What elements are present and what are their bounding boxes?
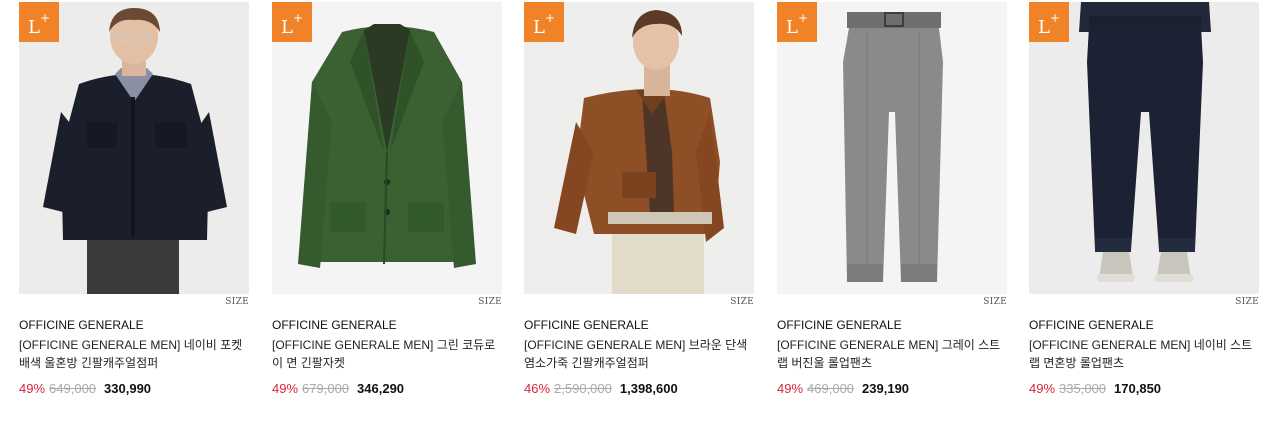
navy-wool-jacket-model-image: [19, 2, 249, 294]
product-brand[interactable]: OFFICINE GENERALE: [777, 318, 902, 332]
size-link[interactable]: SIZE: [478, 297, 502, 307]
product-grid: L+ SIZE OFFICINE GENERALE [OFFICINE GENE…: [0, 0, 1273, 425]
price-row: 49% 335,000 170,850: [1029, 381, 1161, 396]
discount-rate: 49%: [272, 381, 299, 396]
product-card[interactable]: L+ SIZE OFFICINE GENERALE [OFFICINE GENE…: [19, 2, 249, 396]
product-card[interactable]: L+ SIZE OFFICINE GENERALE [OFFICINE GENE…: [524, 2, 754, 396]
sale-price: 170,850: [1114, 381, 1162, 396]
product-card[interactable]: L+ SIZE OFFICINE GENERALE [OFFICINE GENE…: [272, 2, 502, 396]
brown-suede-jacket-model-image: [524, 2, 754, 294]
product-brand[interactable]: OFFICINE GENERALE: [524, 318, 649, 332]
price-row: 46% 2,590,000 1,398,600: [524, 381, 678, 396]
product-card[interactable]: L+ SIZE OFFICINE GENERALE [OFFICINE GENE…: [777, 2, 1007, 396]
sale-price: 239,190: [862, 381, 910, 396]
product-brand[interactable]: OFFICINE GENERALE: [1029, 318, 1154, 332]
product-brand[interactable]: OFFICINE GENERALE: [272, 318, 397, 332]
navy-cotton-trousers-model-image: [1029, 2, 1259, 294]
size-link[interactable]: SIZE: [1235, 297, 1259, 307]
original-price: 335,000: [1059, 381, 1107, 396]
original-price: 679,000: [302, 381, 350, 396]
product-name[interactable]: [OFFICINE GENERALE MEN] 네이비 스트랩 면혼방 롤업팬츠: [1029, 336, 1261, 372]
sale-price: 346,290: [357, 381, 405, 396]
lotte-plus-badge: L+: [272, 2, 312, 42]
discount-rate: 49%: [1029, 381, 1056, 396]
product-image[interactable]: L+: [777, 2, 1007, 294]
lotte-plus-badge: L+: [19, 2, 59, 42]
size-link[interactable]: SIZE: [730, 297, 754, 307]
product-image[interactable]: L+: [1029, 2, 1259, 294]
green-corduroy-blazer-image: [272, 2, 502, 294]
product-name[interactable]: [OFFICINE GENERALE MEN] 그린 코듀로이 면 긴팔자켓: [272, 336, 504, 372]
gray-wool-trousers-image: [777, 2, 1007, 294]
discount-rate: 49%: [19, 381, 46, 396]
size-link[interactable]: SIZE: [225, 297, 249, 307]
product-brand[interactable]: OFFICINE GENERALE: [19, 318, 144, 332]
sale-price: 330,990: [104, 381, 152, 396]
sale-price: 1,398,600: [619, 381, 678, 396]
price-row: 49% 469,000 239,190: [777, 381, 909, 396]
product-image[interactable]: L+: [272, 2, 502, 294]
lotte-plus-badge: L+: [1029, 2, 1069, 42]
product-name[interactable]: [OFFICINE GENERALE MEN] 네이비 포켓 배색 울혼방 긴팔…: [19, 336, 251, 372]
original-price: 469,000: [807, 381, 855, 396]
original-price: 649,000: [49, 381, 97, 396]
product-image[interactable]: L+: [19, 2, 249, 294]
original-price: 2,590,000: [554, 381, 612, 396]
lotte-plus-badge: L+: [524, 2, 564, 42]
product-card[interactable]: L+ SIZE OFFICINE GENERALE [OFFICINE GENE…: [1029, 2, 1259, 396]
discount-rate: 49%: [777, 381, 804, 396]
product-name[interactable]: [OFFICINE GENERALE MEN] 그레이 스트랩 버진울 롤업팬츠: [777, 336, 1009, 372]
size-link[interactable]: SIZE: [983, 297, 1007, 307]
product-image[interactable]: L+: [524, 2, 754, 294]
lotte-plus-badge: L+: [777, 2, 817, 42]
price-row: 49% 649,000 330,990: [19, 381, 151, 396]
product-name[interactable]: [OFFICINE GENERALE MEN] 브라운 단색 염소가죽 긴팔캐주…: [524, 336, 756, 372]
discount-rate: 46%: [524, 381, 551, 396]
price-row: 49% 679,000 346,290: [272, 381, 404, 396]
